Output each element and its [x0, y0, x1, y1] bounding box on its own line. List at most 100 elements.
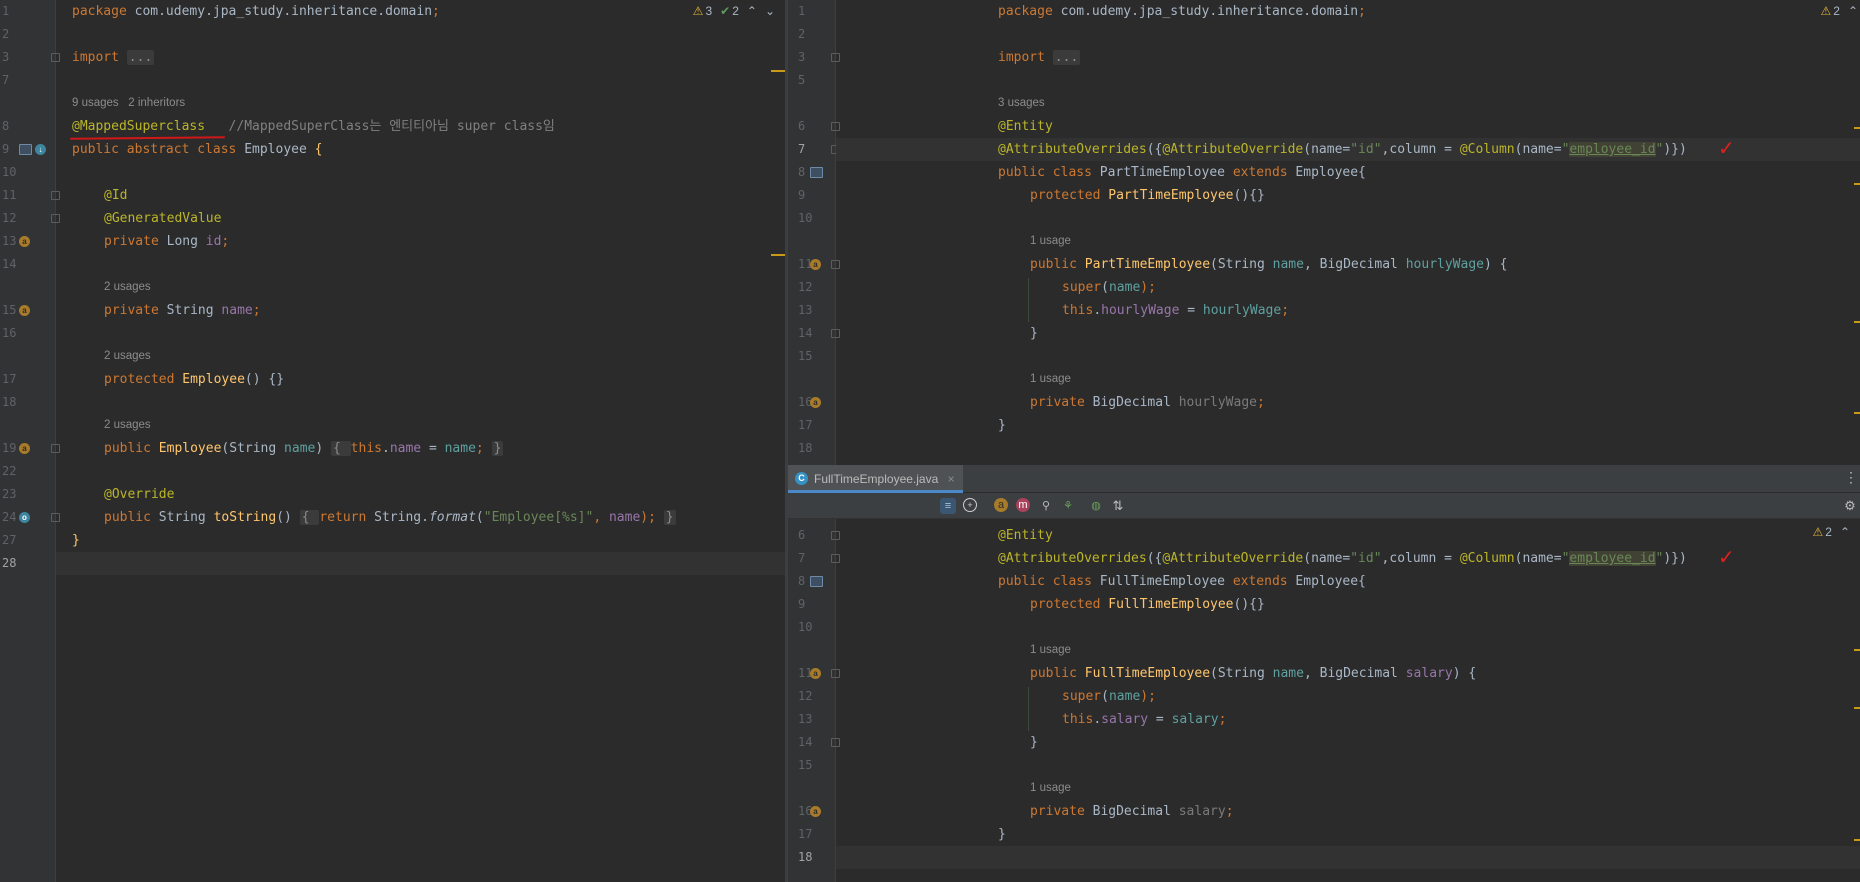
- fold-marker-icon[interactable]: [51, 513, 60, 522]
- previous-highlight-icon[interactable]: ⌃: [1840, 525, 1850, 539]
- previous-highlight-icon[interactable]: ⌃: [1848, 4, 1858, 18]
- code-line[interactable]: private BigDecimal hourlyWage;: [1030, 391, 1265, 414]
- code-line[interactable]: @Entity: [998, 524, 1053, 547]
- code-line[interactable]: public String toString() { return String…: [104, 506, 676, 529]
- column-mapping-icon[interactable]: a: [19, 305, 30, 316]
- error-stripe-mark[interactable]: [771, 254, 785, 256]
- right-top-gutter[interactable]: 1 2 3 5 6 7 8 9 10 11 12 13 14 15 16 17 …: [788, 0, 840, 465]
- column-mapping-icon[interactable]: a: [19, 443, 30, 454]
- inspection-widget[interactable]: ⚠ 3 ✔ 2 ⌃ ⌄: [693, 4, 775, 18]
- column-mapping-icon[interactable]: a: [810, 806, 821, 817]
- usages-hint[interactable]: 9 usages 2 inheritors: [72, 92, 185, 115]
- column-mapping-icon[interactable]: a: [19, 236, 30, 247]
- code-line[interactable]: public FullTimeEmployee(String name, Big…: [1030, 662, 1476, 685]
- error-stripe-mark[interactable]: [1854, 839, 1860, 841]
- error-stripe-mark[interactable]: [1854, 707, 1860, 709]
- fold-marker-icon[interactable]: [51, 53, 60, 62]
- code-line[interactable]: @Entity: [998, 115, 1053, 138]
- error-stripe-mark[interactable]: [1854, 649, 1860, 651]
- code-line[interactable]: }: [998, 414, 1006, 437]
- code-line[interactable]: package com.udemy.jpa_study.inheritance.…: [998, 0, 1366, 23]
- error-stripe-mark[interactable]: [1854, 127, 1860, 129]
- fold-marker-icon[interactable]: [831, 738, 840, 747]
- code-line[interactable]: public Employee(String name) { this.name…: [104, 437, 504, 460]
- tab-fulltimeemployee[interactable]: C FullTimeEmployee.java ×: [788, 465, 963, 493]
- error-stripe-mark[interactable]: [771, 70, 785, 72]
- column-mapping-icon[interactable]: a: [810, 259, 821, 270]
- usages-hint[interactable]: 3 usages: [998, 92, 1045, 115]
- fold-marker-icon[interactable]: [51, 214, 60, 223]
- usages-hint[interactable]: 2 usages: [104, 276, 151, 299]
- fold-marker-icon[interactable]: [831, 669, 840, 678]
- code-line[interactable]: this.hourlyWage = hourlyWage;: [1062, 299, 1289, 322]
- right-top-editor[interactable]: 1 2 3 5 6 7 8 9 10 11 12 13 14 15 16 17 …: [788, 0, 1860, 465]
- code-line[interactable]: private String name;: [104, 299, 261, 322]
- fold-marker-icon[interactable]: [51, 444, 60, 453]
- usages-hint[interactable]: 1 usage: [1030, 230, 1071, 253]
- database-table-icon[interactable]: [19, 144, 32, 155]
- code-line[interactable]: protected FullTimeEmployee(){}: [1030, 593, 1265, 616]
- database-table-icon[interactable]: [810, 576, 823, 587]
- error-stripe-mark[interactable]: [1854, 321, 1860, 323]
- hierarchy-icon[interactable]: ↓: [35, 144, 46, 155]
- editor-tab-bar[interactable]: C FullTimeEmployee.java × ⋮: [788, 465, 1860, 493]
- code-line[interactable]: private Long id;: [104, 230, 229, 253]
- column-mapping-icon[interactable]: a: [810, 397, 821, 408]
- usages-hint[interactable]: 1 usage: [1030, 639, 1071, 662]
- code-line[interactable]: public abstract class Employee {: [72, 138, 322, 161]
- relation-icon[interactable]: ⚘: [1060, 498, 1076, 514]
- more-icon[interactable]: ⋮: [1844, 470, 1858, 486]
- column-mapping-icon[interactable]: a: [810, 668, 821, 679]
- code-line[interactable]: package com.udemy.jpa_study.inheritance.…: [72, 0, 440, 23]
- code-line[interactable]: import ...: [72, 46, 155, 69]
- code-line[interactable]: public class PartTimeEmployee extends Em…: [998, 161, 1366, 184]
- usages-hint[interactable]: 2 usages: [104, 345, 151, 368]
- fold-marker-icon[interactable]: [831, 260, 840, 269]
- inspection-widget[interactable]: ⚠ 2 ⌃: [1812, 525, 1850, 539]
- code-line[interactable]: @GeneratedValue: [104, 207, 221, 230]
- fold-marker-icon[interactable]: [51, 191, 60, 200]
- pin-icon[interactable]: ⚲: [1038, 498, 1054, 514]
- code-line[interactable]: }: [72, 529, 80, 552]
- target-icon[interactable]: +: [963, 498, 977, 512]
- code-line[interactable]: public PartTimeEmployee(String name, Big…: [1030, 253, 1507, 276]
- entity-icon[interactable]: ◍: [1088, 498, 1104, 514]
- sort-icon[interactable]: ⇅: [1110, 498, 1126, 514]
- usages-hint[interactable]: 1 usage: [1030, 777, 1071, 800]
- code-line[interactable]: @AttributeOverrides({@AttributeOverride(…: [998, 138, 1687, 161]
- code-line[interactable]: }: [1030, 731, 1038, 754]
- code-line[interactable]: super(name);: [1062, 685, 1156, 708]
- override-icon[interactable]: o: [19, 512, 30, 523]
- close-icon[interactable]: ×: [948, 472, 955, 486]
- error-stripe-mark[interactable]: [1854, 412, 1860, 414]
- code-line[interactable]: protected Employee() {}: [104, 368, 284, 391]
- code-line[interactable]: @Id: [104, 184, 127, 207]
- usages-hint[interactable]: 2 usages: [104, 414, 151, 437]
- code-line[interactable]: protected PartTimeEmployee(){}: [1030, 184, 1265, 207]
- gear-icon[interactable]: ⚙: [1842, 498, 1858, 514]
- code-line[interactable]: }: [1030, 322, 1038, 345]
- code-line[interactable]: public class FullTimeEmployee extends Em…: [998, 570, 1366, 593]
- fold-marker-icon[interactable]: [831, 531, 840, 540]
- code-line[interactable]: private BigDecimal salary;: [1030, 800, 1234, 823]
- fold-marker-icon[interactable]: [831, 329, 840, 338]
- left-editor[interactable]: 1 2 3 7 8 9 10 11 12 13 14 15 16 17 18 1…: [0, 0, 785, 882]
- code-line[interactable]: @MappedSuperclass //MappedSuperClass는 엔티…: [72, 115, 555, 138]
- add-attribute-icon[interactable]: a: [994, 498, 1008, 512]
- code-line[interactable]: }: [998, 823, 1006, 846]
- editor-toolbar[interactable]: ≡ + a m ⚲ ⚘ ◍ ⇅ ⚙: [788, 493, 1860, 519]
- database-table-icon[interactable]: [810, 167, 823, 178]
- usages-hint[interactable]: 1 usage: [1030, 368, 1071, 391]
- next-highlight-icon[interactable]: ⌄: [765, 4, 775, 18]
- code-line[interactable]: @Override: [104, 483, 174, 506]
- previous-highlight-icon[interactable]: ⌃: [747, 4, 757, 18]
- code-line[interactable]: @AttributeOverrides({@AttributeOverride(…: [998, 547, 1687, 570]
- jpa-console-icon[interactable]: ≡: [940, 498, 956, 514]
- fold-marker-icon[interactable]: [831, 554, 840, 563]
- code-line[interactable]: this.salary = salary;: [1062, 708, 1226, 731]
- inspection-widget[interactable]: ⚠ 2 ⌃: [1820, 4, 1858, 18]
- left-gutter[interactable]: 1 2 3 7 8 9 10 11 12 13 14 15 16 17 18 1…: [0, 0, 60, 882]
- fold-marker-icon[interactable]: [831, 53, 840, 62]
- fold-marker-icon[interactable]: [831, 122, 840, 131]
- error-stripe-mark[interactable]: [1854, 183, 1860, 185]
